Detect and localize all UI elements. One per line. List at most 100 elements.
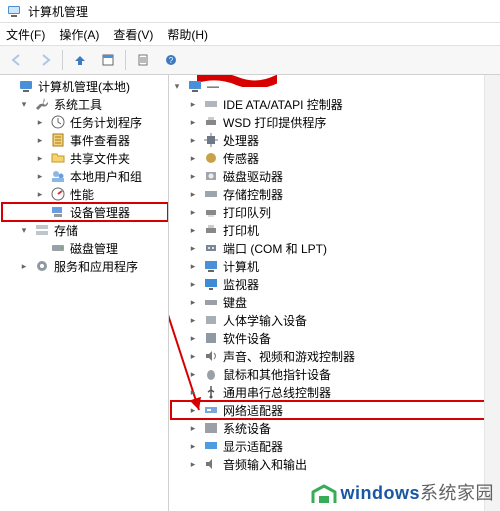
twisty-closed-icon[interactable]: ▸ [187,170,199,182]
twisty-closed-icon[interactable]: ▸ [18,260,30,272]
twisty-open-icon[interactable]: ▾ [171,80,183,92]
node-label: 打印队列 [223,204,271,221]
node-system-devices[interactable]: ▸ 系统设备 [171,419,500,437]
toolbar-help-button[interactable]: ? [158,47,184,73]
node-network-adapters[interactable]: ▸ 网络适配器 [171,401,500,419]
node-shared-folders[interactable]: ▸ 共享文件夹 [2,149,168,167]
node-label: 事件查看器 [70,132,130,149]
device-root-node[interactable]: ▾ — [171,77,500,95]
twisty-closed-icon[interactable]: ▸ [187,206,199,218]
network-adapter-icon [203,402,219,418]
node-disk-drives[interactable]: ▸ 磁盘驱动器 [171,167,500,185]
node-label: 任务计划程序 [70,114,142,131]
twisty-closed-icon[interactable]: ▸ [187,458,199,470]
twisty-closed-icon[interactable]: ▸ [187,386,199,398]
node-computer-management-root[interactable]: 计算机管理(本地) [2,77,168,95]
twisty-closed-icon[interactable]: ▸ [34,170,46,182]
software-device-icon [203,330,219,346]
window-title: 计算机管理 [28,3,494,20]
device-tree: ▾ — ▸ IDE ATA/ATAPI 控制器 ▸ WSD 打印提供程序 [169,75,500,475]
twisty-closed-icon[interactable]: ▸ [187,296,199,308]
printer-icon [203,222,219,238]
twisty-closed-icon[interactable]: ▸ [34,116,46,128]
wrench-icon [34,96,50,112]
keyboard-icon [203,294,219,310]
node-label: 系统工具 [54,96,102,113]
menu-action[interactable]: 操作(A) [59,26,99,43]
audio-io-icon [203,456,219,472]
toolbar-forward-button[interactable] [32,47,58,73]
toolbar-up-button[interactable] [67,47,93,73]
twisty-closed-icon[interactable]: ▸ [187,242,199,254]
node-device-manager[interactable]: 设备管理器 [2,203,168,221]
twisty-closed-icon[interactable]: ▸ [34,188,46,200]
twisty-closed-icon[interactable]: ▸ [187,116,199,128]
twisty-closed-icon[interactable]: ▸ [187,224,199,236]
node-sensors[interactable]: ▸ 传感器 [171,149,500,167]
twisty-closed-icon[interactable]: ▸ [187,134,199,146]
node-display-adapters[interactable]: ▸ 显示适配器 [171,437,500,455]
node-label: WSD 打印提供程序 [223,114,326,131]
node-performance[interactable]: ▸ 性能 [2,185,168,203]
node-usb-controllers[interactable]: ▸ 通用串行总线控制器 [171,383,500,401]
usb-icon [203,384,219,400]
sensor-icon [203,150,219,166]
menu-file[interactable]: 文件(F) [6,26,45,43]
node-hid[interactable]: ▸ 人体学输入设备 [171,311,500,329]
twisty-closed-icon[interactable]: ▸ [187,404,199,416]
node-label: 共享文件夹 [70,150,130,167]
node-task-scheduler[interactable]: ▸ 任务计划程序 [2,113,168,131]
node-label: 软件设备 [223,330,271,347]
twisty-closed-icon[interactable]: ▸ [187,98,199,110]
twisty-closed-icon[interactable]: ▸ [187,314,199,326]
node-keyboards[interactable]: ▸ 键盘 [171,293,500,311]
node-sound-video-game[interactable]: ▸ 声音、视频和游戏控制器 [171,347,500,365]
toolbar-properties-button[interactable] [95,47,121,73]
node-label: 打印机 [223,222,259,239]
menu-view[interactable]: 查看(V) [113,26,153,43]
port-icon [203,240,219,256]
node-wsd-print[interactable]: ▸ WSD 打印提供程序 [171,113,500,131]
twisty-closed-icon[interactable]: ▸ [187,332,199,344]
twisty-open-icon[interactable]: ▾ [18,224,30,236]
node-system-tools[interactable]: ▾ 系统工具 [2,95,168,113]
node-computer[interactable]: ▸ 计算机 [171,257,500,275]
twisty-open-icon[interactable]: ▾ [18,98,30,110]
node-label: 存储 [54,222,78,239]
node-processors[interactable]: ▸ 处理器 [171,131,500,149]
right-pane: ▾ — ▸ IDE ATA/ATAPI 控制器 ▸ WSD 打印提供程序 [169,75,500,511]
twisty-closed-icon[interactable]: ▸ [34,134,46,146]
node-print-queues[interactable]: ▸ 打印队列 [171,203,500,221]
node-mice-pointing[interactable]: ▸ 鼠标和其他指针设备 [171,365,500,383]
node-label: 键盘 [223,294,247,311]
twisty-closed-icon[interactable]: ▸ [34,152,46,164]
mmc-window: 计算机管理 文件(F) 操作(A) 查看(V) 帮助(H) ? [0,0,500,511]
node-software-devices[interactable]: ▸ 软件设备 [171,329,500,347]
node-label: 显示适配器 [223,438,283,455]
node-ide-ata[interactable]: ▸ IDE ATA/ATAPI 控制器 [171,95,500,113]
node-audio-io[interactable]: ▸ 音频输入和输出 [171,455,500,473]
node-storage-controllers[interactable]: ▸ 存储控制器 [171,185,500,203]
node-storage[interactable]: ▾ 存储 [2,221,168,239]
app-icon [6,3,22,19]
twisty-closed-icon[interactable]: ▸ [187,188,199,200]
menu-help[interactable]: 帮助(H) [167,26,208,43]
node-services-apps[interactable]: ▸ 服务和应用程序 [2,257,168,275]
toolbar-back-button[interactable] [4,47,30,73]
twisty-closed-icon[interactable]: ▸ [187,368,199,380]
twisty-closed-icon[interactable]: ▸ [187,350,199,362]
twisty-closed-icon[interactable]: ▸ [187,422,199,434]
toolbar-refresh-button[interactable] [130,47,156,73]
display-adapter-icon [203,438,219,454]
twisty-closed-icon[interactable]: ▸ [187,152,199,164]
node-label: 计算机管理(本地) [38,78,130,95]
node-local-users-groups[interactable]: ▸ 本地用户和组 [2,167,168,185]
node-monitors[interactable]: ▸ 监视器 [171,275,500,293]
node-ports[interactable]: ▸ 端口 (COM 和 LPT) [171,239,500,257]
twisty-closed-icon[interactable]: ▸ [187,260,199,272]
twisty-closed-icon[interactable]: ▸ [187,440,199,452]
node-printers[interactable]: ▸ 打印机 [171,221,500,239]
node-disk-management[interactable]: 磁盘管理 [2,239,168,257]
twisty-closed-icon[interactable]: ▸ [187,278,199,290]
node-event-viewer[interactable]: ▸ 事件查看器 [2,131,168,149]
